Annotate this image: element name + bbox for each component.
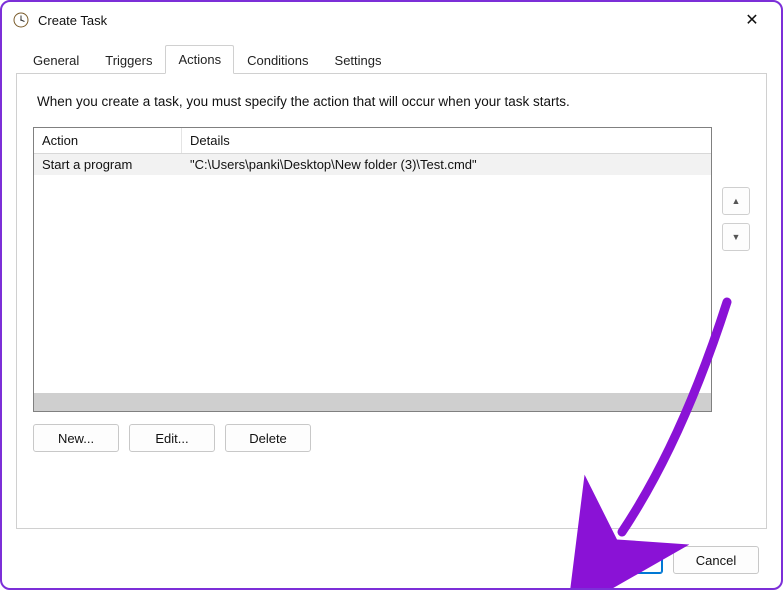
actions-tabpage: When you create a task, you must specify… (16, 74, 767, 529)
actions-list-area: Action Details Start a program "C:\Users… (33, 127, 750, 412)
chevron-up-icon: ▲ (732, 196, 741, 206)
table-row[interactable]: Start a program "C:\Users\panki\Desktop\… (34, 154, 711, 175)
chevron-down-icon: ▼ (732, 232, 741, 242)
window-frame: Create Task ✕ General Triggers Actions C… (0, 0, 783, 590)
column-action[interactable]: Action (34, 128, 182, 153)
horizontal-scrollbar[interactable] (34, 393, 711, 411)
reorder-buttons: ▲ ▼ (722, 127, 750, 251)
actions-listview[interactable]: Action Details Start a program "C:\Users… (33, 127, 712, 412)
cell-action: Start a program (34, 154, 182, 175)
move-up-button[interactable]: ▲ (722, 187, 750, 215)
window-title: Create Task (38, 13, 729, 28)
delete-button[interactable]: Delete (225, 424, 311, 452)
tab-settings[interactable]: Settings (322, 46, 395, 74)
listview-header: Action Details (34, 128, 711, 154)
client-area: General Triggers Actions Conditions Sett… (2, 38, 781, 588)
cell-details: "C:\Users\panki\Desktop\New folder (3)\T… (182, 154, 711, 175)
ok-button[interactable]: OK (577, 546, 663, 574)
action-buttons-row: New... Edit... Delete (33, 424, 750, 452)
move-down-button[interactable]: ▼ (722, 223, 750, 251)
close-icon: ✕ (745, 10, 758, 30)
tab-general[interactable]: General (20, 46, 92, 74)
cancel-button[interactable]: Cancel (673, 546, 759, 574)
listview-body: Start a program "C:\Users\panki\Desktop\… (34, 154, 711, 393)
clock-icon (12, 11, 30, 29)
title-bar: Create Task ✕ (2, 2, 781, 38)
tab-strip: General Triggers Actions Conditions Sett… (16, 44, 767, 74)
edit-button[interactable]: Edit... (129, 424, 215, 452)
tab-conditions[interactable]: Conditions (234, 46, 321, 74)
dialog-footer: OK Cancel (577, 546, 759, 574)
tab-actions[interactable]: Actions (165, 45, 234, 74)
close-button[interactable]: ✕ (729, 5, 775, 35)
instruction-text: When you create a task, you must specify… (37, 94, 750, 109)
new-button[interactable]: New... (33, 424, 119, 452)
tab-triggers[interactable]: Triggers (92, 46, 165, 74)
column-details[interactable]: Details (182, 128, 711, 153)
